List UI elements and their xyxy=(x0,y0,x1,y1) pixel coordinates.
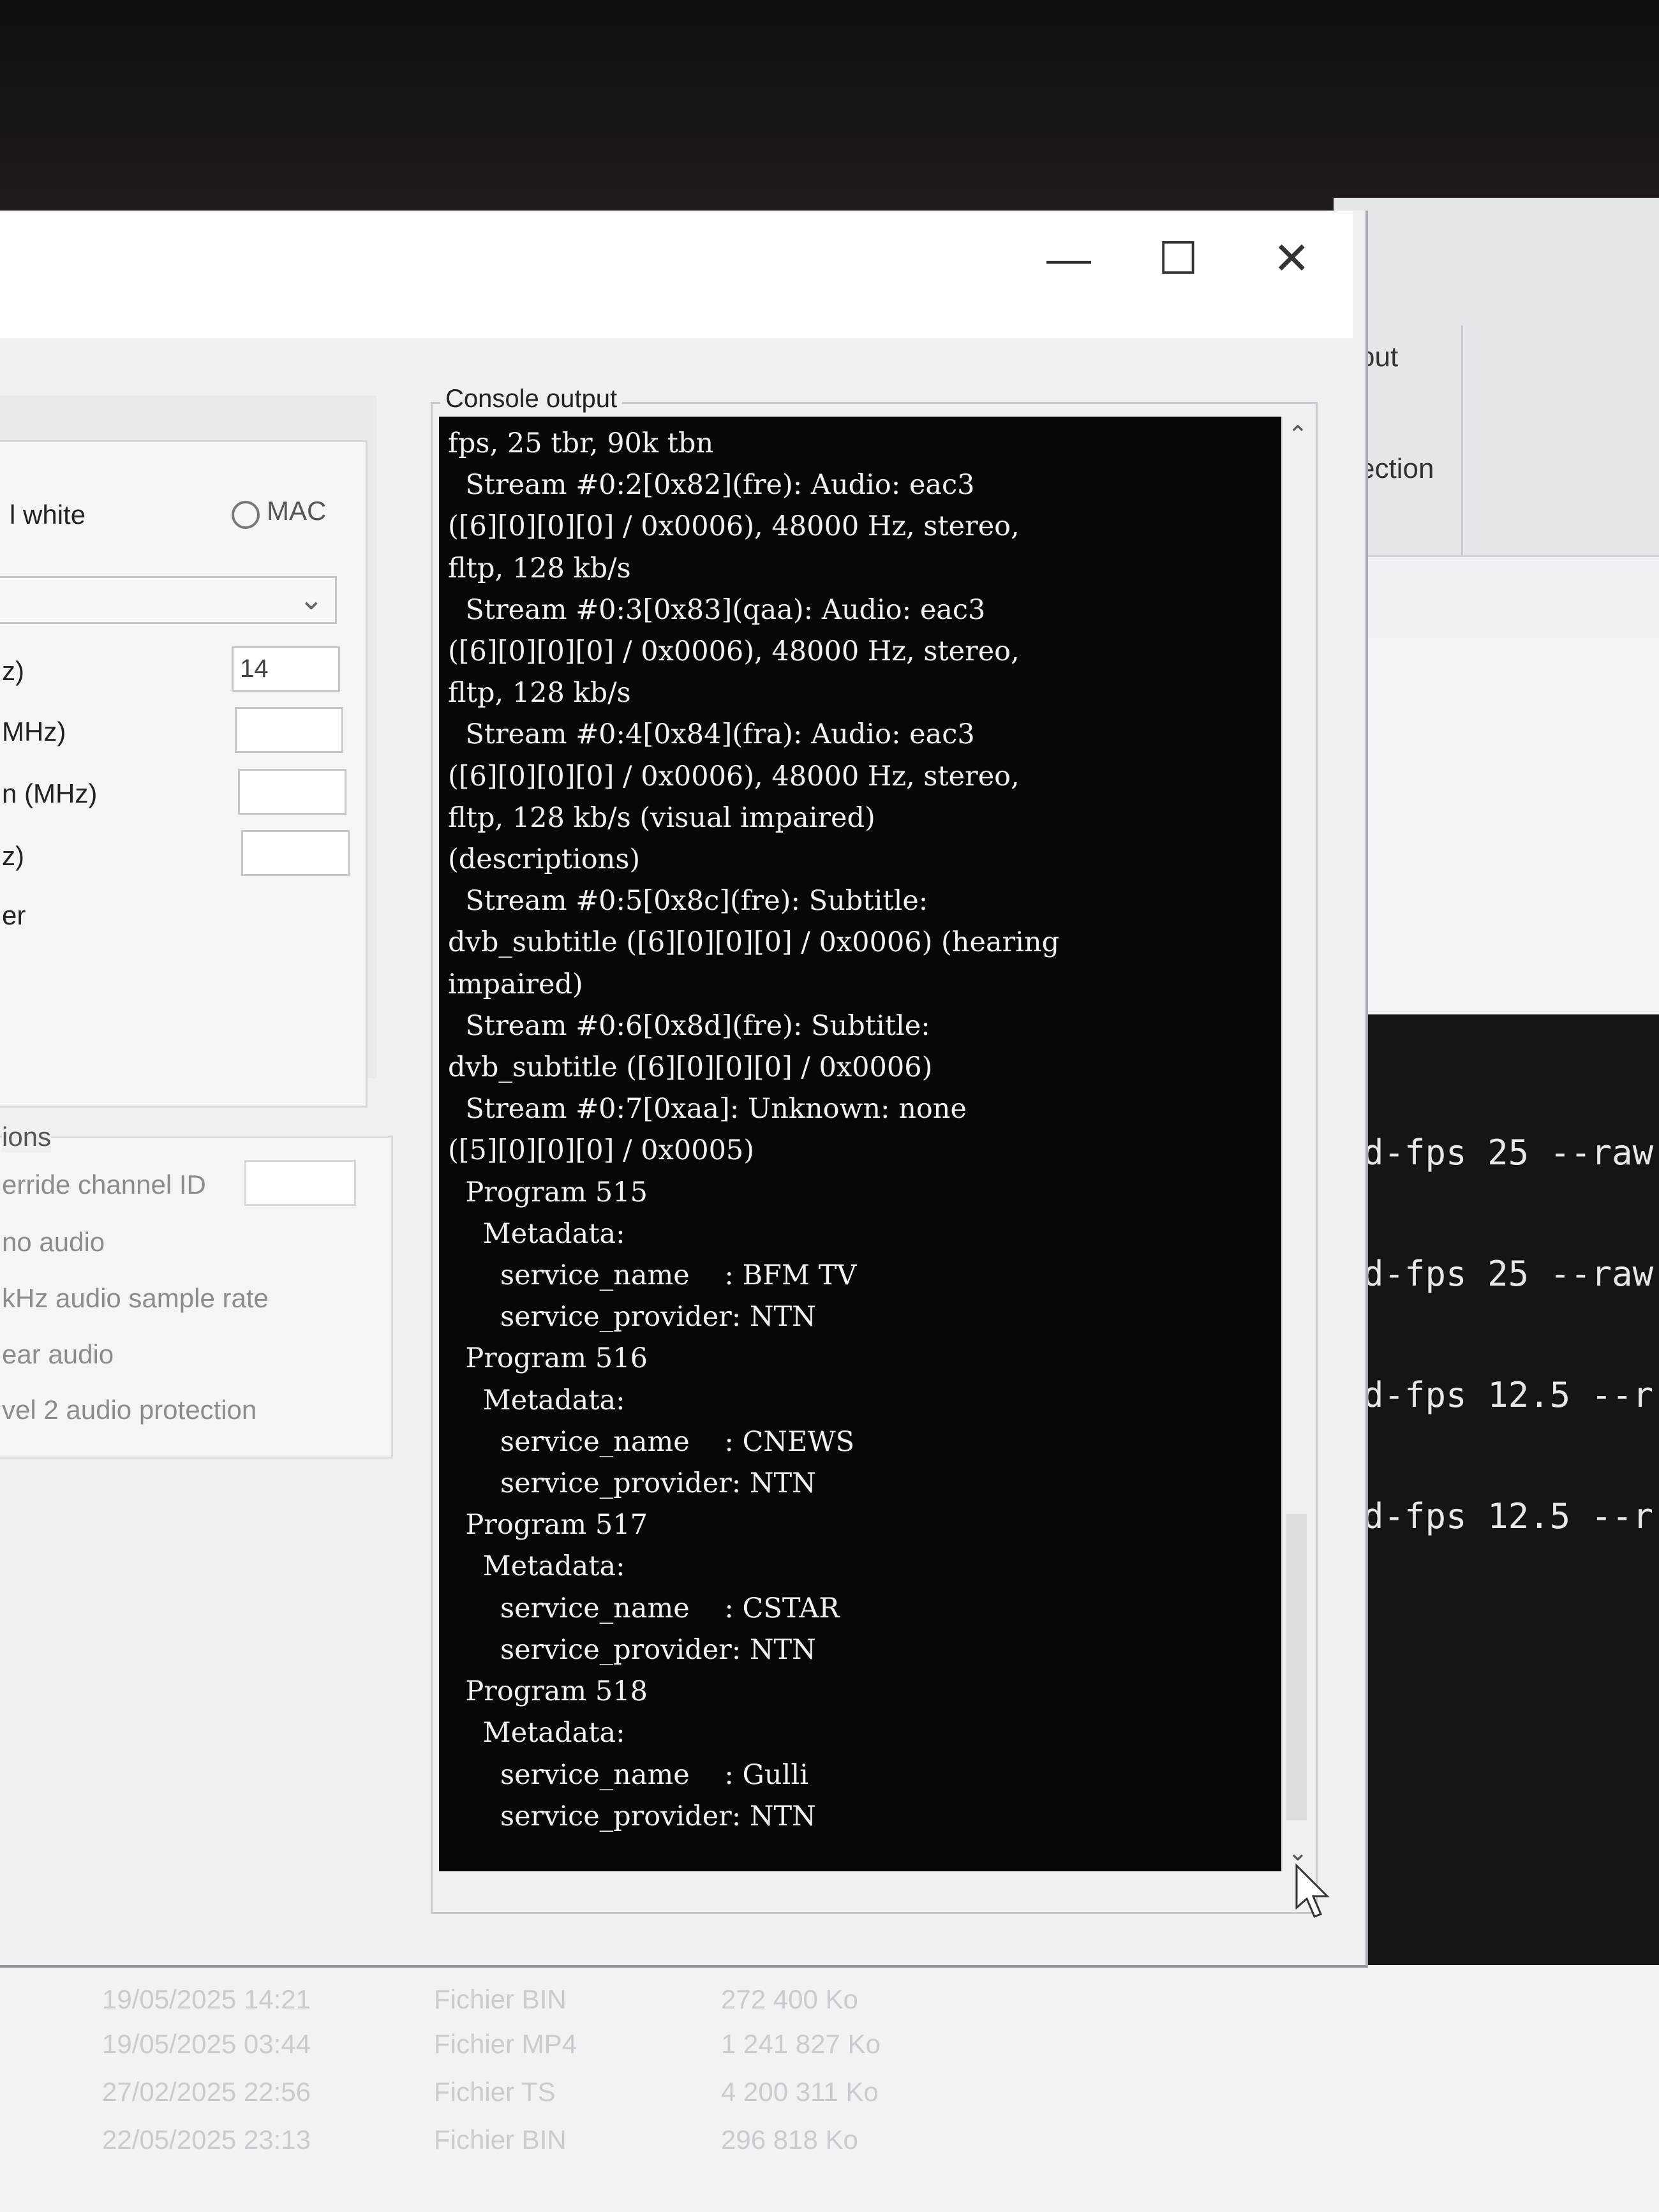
chevron-down-icon: ⌄ xyxy=(299,583,324,616)
console-line: Program 517 xyxy=(448,1509,648,1541)
field-label: er xyxy=(2,900,26,930)
console-line: service_name : BFM TV xyxy=(448,1259,857,1292)
field-label: n (MHz) xyxy=(2,778,98,808)
console-line: dvb_subtitle ([6][0][0][0] / 0x0006) (he… xyxy=(448,926,1060,959)
console-line: service_name : CNEWS xyxy=(448,1425,855,1458)
file-size: 272 400 Ko xyxy=(721,1984,858,2014)
colour-option-label[interactable]: l white xyxy=(10,500,86,530)
file-date: 19/05/2025 03:44 xyxy=(102,2029,311,2059)
offset-field[interactable] xyxy=(241,830,350,876)
console-line: ([6][0][0][0] / 0x0006), 48000 Hz, stere… xyxy=(448,635,1020,668)
file-explorer-list: 19/05/2025 14:21 Fichier BIN 272 400 Ko … xyxy=(0,1965,1659,2212)
file-date: 19/05/2025 14:21 xyxy=(102,1984,311,2014)
mode-dropdown[interactable]: ⌄ xyxy=(0,576,337,624)
console-line: fltp, 128 kb/s (visual impaired) xyxy=(448,801,875,834)
console-output-title: Console output xyxy=(440,385,623,413)
channel-id-field[interactable] xyxy=(244,1160,356,1206)
file-type: Fichier BIN xyxy=(434,1984,567,2014)
console-line: Metadata: xyxy=(448,1550,625,1583)
console-line: fltp, 128 kb/s xyxy=(448,552,631,584)
settings-panel: l white MAC ⌄ z) 14 MHz) n (MHz) z) er i… xyxy=(0,396,393,1459)
background-pane xyxy=(1334,638,1659,1014)
maximize-icon[interactable]: ☐ xyxy=(1158,236,1198,281)
console-line: Program 518 xyxy=(448,1675,648,1708)
file-type: Fichier MP4 xyxy=(434,2029,577,2059)
option-checkbox-label[interactable]: ear audio xyxy=(2,1339,114,1370)
terminal-command-line: d-fps 12.5 --r xyxy=(1363,1496,1654,1536)
file-type: Fichier TS xyxy=(434,2077,556,2107)
mac-radio-label[interactable]: MAC xyxy=(267,496,326,526)
console-line: (descriptions) xyxy=(448,843,641,876)
file-type: Fichier BIN xyxy=(434,2125,567,2155)
scrollbar-thumb[interactable] xyxy=(1286,1514,1307,1820)
console-output-group: Console output fps, 25 tbr, 90k tbn Stre… xyxy=(431,385,1318,1914)
console-line: Program 516 xyxy=(448,1342,648,1375)
file-date: 27/02/2025 22:56 xyxy=(102,2077,311,2107)
close-icon[interactable]: ✕ xyxy=(1273,236,1311,281)
option-checkbox-label[interactable]: erride channel ID xyxy=(2,1169,206,1200)
console-line: Stream #0:3[0x83](qaa): Audio: eac3 xyxy=(448,593,986,626)
console-line: Stream #0:7[0xaa]: Unknown: none xyxy=(448,1093,967,1125)
console-line: fps, 25 tbr, 90k tbn xyxy=(448,427,714,459)
field-label: z) xyxy=(2,656,24,686)
console-line: dvb_subtitle ([6][0][0][0] / 0x0006) xyxy=(448,1051,933,1084)
channel-field[interactable]: 14 xyxy=(232,646,340,692)
terminal-command-line: d-fps 12.5 --r xyxy=(1363,1375,1654,1415)
console-line: Stream #0:6[0x8d](fre): Subtitle: xyxy=(448,1009,930,1042)
deviation-field[interactable] xyxy=(238,769,346,815)
console-line: service_provider: NTN xyxy=(448,1800,816,1832)
console-line: Stream #0:5[0x8c](fre): Subtitle: xyxy=(448,885,928,917)
console-line: fltp, 128 kb/s xyxy=(448,677,631,709)
background-window: out ection r d-fps 25 --raw d-fps 25 --r… xyxy=(1334,198,1659,2201)
mouse-cursor-icon xyxy=(1295,1863,1330,1918)
field-label: MHz) xyxy=(2,716,66,746)
file-size: 296 818 Ko xyxy=(721,2125,858,2155)
options-group-title: ions xyxy=(2,1122,52,1152)
minimize-icon[interactable]: — xyxy=(1046,236,1091,281)
field-label: z) xyxy=(2,841,24,871)
frequency-field[interactable] xyxy=(235,707,343,753)
console-line: Metadata: xyxy=(448,1217,625,1250)
video-settings-group: l white MAC ⌄ z) 14 MHz) n (MHz) z) er xyxy=(0,440,368,1108)
console-line: service_provider: NTN xyxy=(448,1467,816,1500)
background-ribbon: out ection r xyxy=(1334,198,1659,555)
mac-radio[interactable] xyxy=(232,501,260,529)
console-line: service_name : CSTAR xyxy=(448,1592,840,1624)
file-size: 4 200 311 Ko xyxy=(721,2077,879,2107)
console-output-area[interactable]: fps, 25 tbr, 90k tbn Stream #0:2[0x82](f… xyxy=(439,417,1281,1871)
background-toolbar xyxy=(1334,555,1659,640)
console-line: ([6][0][0][0] / 0x0006), 48000 Hz, stere… xyxy=(448,510,1020,543)
options-group: ions erride channel ID no audio kHz audi… xyxy=(0,1122,393,1459)
option-checkbox-label[interactable]: vel 2 audio protection xyxy=(2,1395,257,1425)
console-line: Stream #0:4[0x84](fra): Audio: eac3 xyxy=(448,718,975,751)
console-line: impaired) xyxy=(448,968,583,1000)
console-line: service_name : Gulli xyxy=(448,1758,808,1791)
console-line: service_provider: NTN xyxy=(448,1301,816,1333)
ribbon-item[interactable]: ection xyxy=(1359,453,1434,485)
title-bar: — ☐ ✕ xyxy=(0,211,1353,338)
console-line: service_provider: NTN xyxy=(448,1633,816,1666)
file-size: 1 241 827 Ko xyxy=(721,2029,881,2059)
file-date: 22/05/2025 23:13 xyxy=(102,2125,311,2155)
monitor-bezel xyxy=(0,0,1659,211)
console-line: Metadata: xyxy=(448,1717,625,1749)
console-dialog-window: — ☐ ✕ l white MAC ⌄ z) 14 MHz) n (MHz) z… xyxy=(0,211,1368,1968)
console-line: Program 515 xyxy=(448,1176,648,1208)
console-line: Metadata: xyxy=(448,1384,625,1416)
console-line: ([6][0][0][0] / 0x0006), 48000 Hz, stere… xyxy=(448,760,1020,792)
terminal-command-line: d-fps 25 --raw xyxy=(1363,1132,1654,1173)
console-output-text: fps, 25 tbr, 90k tbn Stream #0:2[0x82](f… xyxy=(448,423,1059,1837)
console-line: Stream #0:2[0x82](fre): Audio: eac3 xyxy=(448,469,975,501)
option-checkbox-label[interactable]: no audio xyxy=(2,1227,105,1258)
console-scrollbar[interactable]: ⌃ ⌄ xyxy=(1281,417,1311,1871)
console-line: ([5][0][0][0] / 0x0005) xyxy=(448,1134,755,1167)
option-checkbox-label[interactable]: kHz audio sample rate xyxy=(2,1283,269,1314)
scroll-up-icon[interactable]: ⌃ xyxy=(1288,420,1308,449)
terminal-command-line: d-fps 25 --raw xyxy=(1363,1254,1654,1294)
